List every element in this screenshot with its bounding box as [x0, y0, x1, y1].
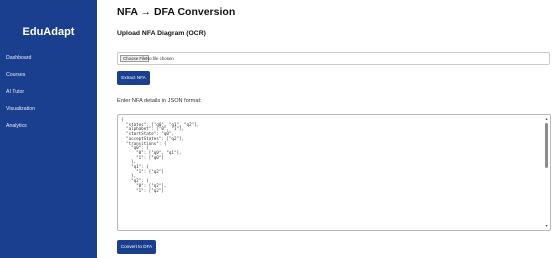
sidebar-item-analytics[interactable]: Analytics [6, 123, 35, 140]
sidebar-nav: Dashboard Courses AI Tutor Visualization… [6, 55, 35, 140]
scroll-down-icon[interactable]: ▼ [544, 224, 549, 228]
main-content: NFA → DFA Conversion Upload NFA Diagram … [97, 0, 552, 258]
brand-logo[interactable]: EduAdapt [0, 26, 97, 38]
sidebar-item-dashboard[interactable]: Dashboard [6, 55, 35, 72]
scroll-thumb[interactable] [545, 123, 548, 168]
sidebar-item-ai-tutor[interactable]: AI Tutor [6, 89, 35, 106]
nfa-json-textarea[interactable]: { "states": ["q0", "q1", "q2"], "alphabe… [117, 114, 551, 231]
file-status-text: No file chosen [146, 56, 174, 61]
file-input[interactable]: Choose File No file chosen [117, 52, 550, 65]
json-input-label: Enter NFA details in JSON format: [117, 98, 202, 104]
upload-section-title: Upload NFA Diagram (OCR) [117, 30, 206, 37]
sidebar-item-visualization[interactable]: Visualization [6, 106, 35, 123]
sidebar-item-courses[interactable]: Courses [6, 72, 35, 89]
convert-to-dfa-button[interactable]: Convert to DFA [117, 240, 156, 254]
extract-nfa-button[interactable]: Extract NFA [117, 71, 150, 85]
scroll-up-icon[interactable]: ▲ [544, 117, 549, 121]
nfa-json-content: { "states": ["q0", "q1", "q2"], "alphabe… [121, 117, 200, 193]
textarea-scrollbar[interactable]: ▲ ▼ [544, 117, 549, 228]
page-title: NFA → DFA Conversion [117, 6, 236, 18]
sidebar: EduAdapt Dashboard Courses AI Tutor Visu… [0, 0, 97, 258]
